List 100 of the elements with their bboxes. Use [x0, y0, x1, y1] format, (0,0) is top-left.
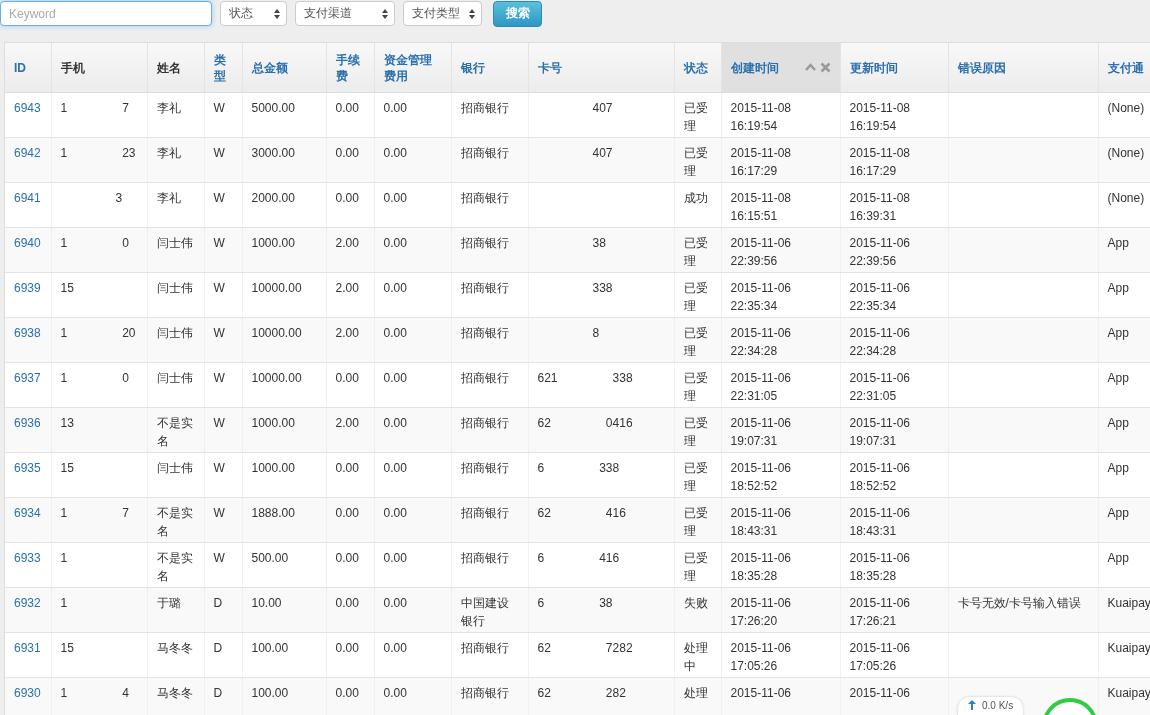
- id-link[interactable]: 6933: [5, 542, 51, 588]
- table-cell: 10000.00: [242, 272, 326, 318]
- id-link[interactable]: 6935: [5, 452, 51, 498]
- table-cell: 招商银行: [451, 542, 528, 588]
- table-cell: 已受理: [674, 227, 721, 273]
- table-cell: 闫士伟: [147, 362, 204, 408]
- table-cell: D: [204, 632, 242, 678]
- filter-dropdown[interactable]: 支付渠道: [295, 1, 395, 26]
- id-link[interactable]: 6934: [5, 497, 51, 543]
- card-digits: 7282: [605, 641, 633, 655]
- table-cell: 招商银行: [451, 632, 528, 678]
- id-link[interactable]: 6939: [5, 272, 51, 318]
- id-link[interactable]: 6931: [5, 632, 51, 678]
- table-cell: 2000.00: [242, 182, 326, 228]
- keyword-field[interactable]: Keyword: [0, 1, 212, 26]
- table-cell: 马冬冬: [147, 632, 204, 678]
- phone-digits: 0: [122, 371, 129, 385]
- table-cell: 卡号无效/卡号输入错误: [948, 587, 1098, 633]
- table-cell: 500.00: [242, 542, 326, 588]
- phone-digits: 4: [122, 686, 129, 700]
- filter-dropdown[interactable]: 支付类型: [403, 1, 482, 26]
- table-cell: 招商银行: [451, 677, 528, 715]
- table-cell: 2015-11-06 22:34:28: [840, 317, 948, 363]
- table-cell: 已受理: [674, 452, 721, 498]
- table-cell: Kuaipay: [1098, 677, 1150, 715]
- table-cell: 0.00: [374, 317, 451, 363]
- table-cell: 2015-11-06 18:35:28: [721, 542, 840, 588]
- card-digits: 338: [592, 281, 613, 295]
- table-cell: 2015-11-06 22:35:34: [721, 272, 840, 318]
- table-cell: 马冬冬: [147, 677, 204, 715]
- table-cell: 0.00: [374, 407, 451, 453]
- table-cell: 招商银行: [451, 92, 528, 138]
- table-cell: 0.00: [374, 92, 451, 138]
- table-cell: 0.00: [374, 227, 451, 273]
- card-digits: 8: [592, 326, 600, 340]
- id-link[interactable]: 6942: [5, 137, 51, 183]
- table-cell: 李礼: [147, 137, 204, 183]
- phone-digits: 1: [60, 236, 68, 250]
- sort-arrows-icon: [382, 8, 388, 19]
- table-cell: App: [1098, 227, 1150, 273]
- table-cell: 2015-11-06 19:07:31: [840, 407, 948, 453]
- table-cell: 2015-11-06 22:34:28: [721, 317, 840, 363]
- table-cell: 招商银行: [451, 407, 528, 453]
- table-cell: 招商银行: [451, 272, 528, 318]
- table-cell: 2015-11-06 22:35:34: [840, 272, 948, 318]
- card-digits: 338: [599, 461, 620, 475]
- table-cell: 已受理: [674, 272, 721, 318]
- id-link[interactable]: 6940: [5, 227, 51, 273]
- table-cell: App: [1098, 452, 1150, 498]
- filter-dropdown[interactable]: 状态: [220, 1, 287, 26]
- chevron-up-icon[interactable]: [804, 62, 816, 73]
- table-cell: W: [204, 182, 242, 228]
- id-link[interactable]: 6930: [5, 677, 51, 715]
- table-cell: (None): [1098, 182, 1150, 228]
- table-cell: 已受理: [674, 92, 721, 138]
- column-header[interactable]: 创建时间: [730, 59, 779, 76]
- id-link[interactable]: 6943: [5, 92, 51, 138]
- table-cell: 李礼: [147, 182, 204, 228]
- table-cell: 2015-11-06 18:52:52: [721, 452, 840, 498]
- table-cell: App: [1098, 362, 1150, 408]
- table-cell: 已受理: [674, 542, 721, 588]
- table-cell: W: [204, 317, 242, 363]
- table-cell: 2015-11-06 17:26:20: [721, 587, 840, 633]
- id-link[interactable]: 6937: [5, 362, 51, 408]
- table-cell: 2015-11-08 16:17:29: [840, 137, 948, 183]
- table-cell: 招商银行: [451, 137, 528, 183]
- table-cell: 2015-11-06 22:31:05: [721, 362, 840, 408]
- id-link[interactable]: 6936: [5, 407, 51, 453]
- table-cell: 闫士伟: [147, 227, 204, 273]
- table-cell: 0.00: [326, 587, 374, 633]
- card-digits: 416: [599, 551, 620, 565]
- id-link[interactable]: 6932: [5, 587, 51, 633]
- id-link[interactable]: 6938: [5, 317, 51, 363]
- table-cell: 0.00: [374, 497, 451, 543]
- table-cell: 2015-11-06 18:43:31: [721, 497, 840, 543]
- table-cell: 0.00: [374, 137, 451, 183]
- table-cell: 1000.00: [242, 227, 326, 273]
- table-cell: 不是实名: [147, 407, 204, 453]
- table-cell: W: [204, 452, 242, 498]
- table-cell: 0.00: [374, 452, 451, 498]
- phone-digits: 15: [60, 281, 74, 295]
- table-cell: 失败: [674, 587, 721, 633]
- phone-digits: 1: [60, 371, 68, 385]
- close-icon[interactable]: [819, 62, 831, 73]
- table-cell: (None): [1098, 92, 1150, 138]
- network-monitor[interactable]: 0.0 K/s: [958, 697, 1024, 715]
- table-cell: Kuaipay: [1098, 587, 1150, 633]
- table-cell: 2015-11-06 22:39:56: [840, 227, 948, 273]
- table-cell: 2015-11-08 16:15:51: [721, 182, 840, 228]
- table-cell: 10000.00: [242, 362, 326, 408]
- table-cell: App: [1098, 317, 1150, 363]
- table-cell: 1888.00: [242, 497, 326, 543]
- table-cell: 李礼: [147, 92, 204, 138]
- card-digits: 62: [537, 416, 551, 430]
- card-digits: 62: [537, 641, 551, 655]
- table-cell: W: [204, 362, 242, 408]
- id-link[interactable]: 6941: [5, 182, 51, 228]
- table-cell: App: [1098, 542, 1150, 588]
- table-cell: 0.00: [374, 677, 451, 715]
- table-cell: 1000.00: [242, 452, 326, 498]
